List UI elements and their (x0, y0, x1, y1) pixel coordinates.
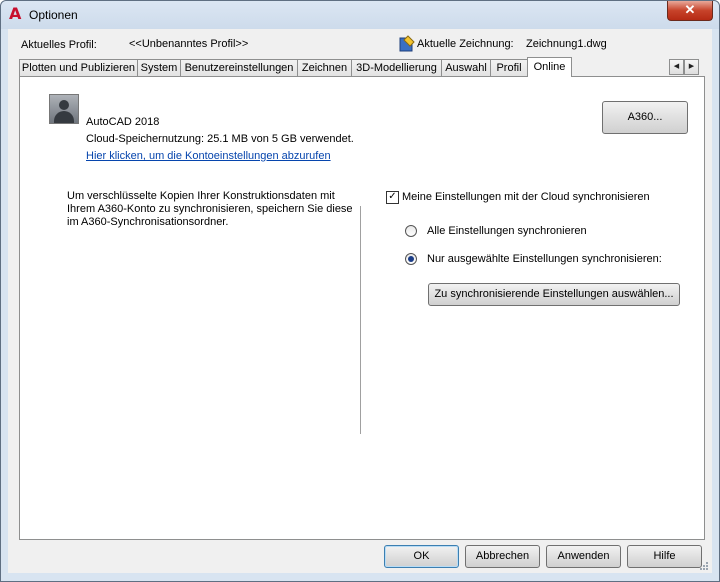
tab-system[interactable]: System (137, 59, 181, 76)
sync-settings-checkbox[interactable]: ✓ (386, 191, 399, 204)
arrow-left-icon: ◀ (673, 63, 680, 70)
sync-all-radio[interactable] (405, 225, 417, 237)
resize-grip-icon[interactable] (699, 561, 709, 571)
account-settings-link[interactable]: Hier klicken, um die Kontoeinstellungen … (86, 150, 331, 162)
tab-label: Online (533, 61, 566, 73)
tab-user-preferences[interactable]: Benutzereinstellungen (180, 59, 298, 76)
current-drawing-label: Aktuelle Zeichnung: (417, 38, 514, 50)
tab-scroll-left-button[interactable]: ◀ (669, 59, 684, 75)
help-button[interactable]: Hilfe (627, 545, 702, 568)
a360-button[interactable]: A360... (602, 101, 688, 134)
tab-label: Auswahl (445, 62, 487, 74)
cancel-button[interactable]: Abbrechen (465, 545, 540, 568)
autocad-logo-icon: A (9, 4, 22, 23)
tab-3d-modeling[interactable]: 3D-Modellierung (351, 59, 442, 76)
current-drawing-value: Zeichnung1.dwg (526, 38, 607, 50)
vertical-divider (360, 206, 361, 434)
tab-plot-publish[interactable]: Plotten und Publizieren (19, 59, 138, 76)
sync-info-text: Um verschlüsselte Kopien Ihrer Konstrukt… (67, 190, 353, 228)
window-title: Optionen (29, 8, 78, 22)
sync-settings-label: Meine Einstellungen mit der Cloud synchr… (402, 191, 650, 203)
title-bar[interactable]: A Optionen ✕ (1, 1, 719, 29)
arrow-right-icon: ▶ (688, 63, 695, 70)
tab-scroll-right-button[interactable]: ▶ (684, 59, 699, 75)
apply-button[interactable]: Anwenden (546, 545, 621, 568)
cloud-usage-text: Cloud-Speichernutzung: 25.1 MB von 5 GB … (86, 133, 354, 145)
tab-online[interactable]: Online (527, 57, 572, 77)
tab-profile[interactable]: Profil (490, 59, 528, 76)
online-tab-panel: AutoCAD 2018 Cloud-Speichernutzung: 25.1… (19, 76, 705, 540)
avatar-head (59, 100, 69, 110)
tab-label: Plotten und Publizieren (21, 62, 136, 74)
tab-label: Zeichnen (301, 62, 348, 74)
ok-button[interactable]: OK (384, 545, 459, 568)
choose-settings-button[interactable]: Zu synchronisierende Einstellungen auswä… (428, 283, 680, 306)
options-dialog: A Optionen ✕ Aktuelles Profil: <<Unbenan… (0, 0, 720, 582)
current-profile-label: Aktuelles Profil: (21, 39, 97, 51)
dialog-body: Aktuelles Profil: <<Unbenanntes Profil>>… (8, 29, 712, 573)
avatar-body (54, 111, 74, 123)
tab-label: Benutzereinstellungen (184, 62, 294, 74)
tab-label: System (140, 62, 178, 74)
sync-selected-label: Nur ausgewählte Einstellungen synchronis… (427, 253, 662, 265)
tab-selection[interactable]: Auswahl (441, 59, 491, 76)
close-button[interactable]: ✕ (667, 1, 713, 21)
sync-selected-radio[interactable] (405, 253, 417, 265)
sync-all-label: Alle Einstellungen synchronieren (427, 225, 587, 237)
tab-drafting[interactable]: Zeichnen (297, 59, 352, 76)
current-profile-value: <<Unbenanntes Profil>> (129, 38, 249, 50)
tab-label: 3D-Modellierung (356, 62, 437, 74)
user-avatar (49, 94, 79, 124)
drawing-icon (399, 35, 415, 52)
tab-label: Profil (496, 62, 522, 74)
close-icon: ✕ (684, 2, 696, 17)
product-name: AutoCAD 2018 (86, 116, 160, 128)
